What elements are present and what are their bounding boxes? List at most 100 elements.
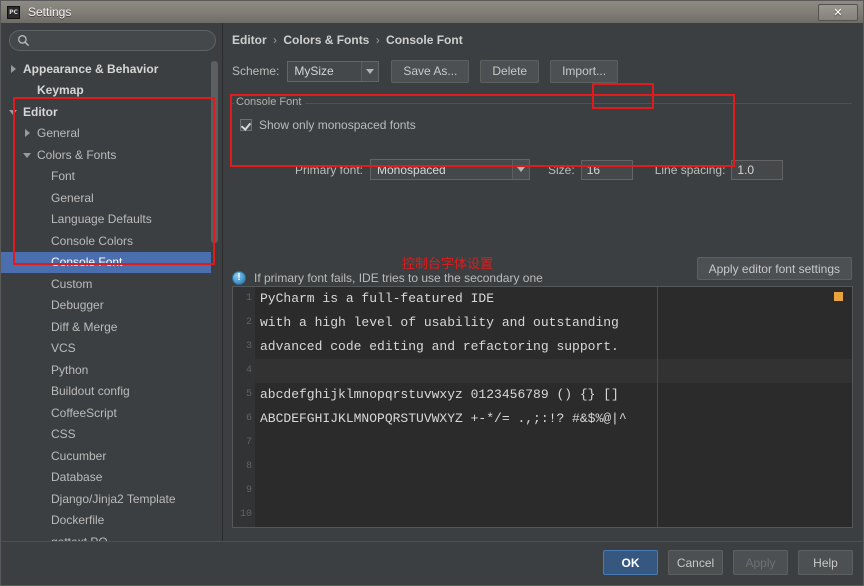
sidebar-item-diff-merge[interactable]: Diff & Merge — [1, 316, 215, 338]
sidebar-item-label: Appearance & Behavior — [23, 61, 159, 76]
group-title: Console Font — [234, 96, 306, 108]
pycharm-icon: PC — [7, 5, 20, 19]
sidebar-item-label: CSS — [51, 427, 76, 442]
line-number: 8 — [245, 461, 252, 472]
settings-sidebar: Appearance & Behavior Keymap Editor General… — [1, 23, 223, 541]
sidebar-item-cucumber[interactable]: Cucumber — [1, 445, 215, 467]
show-monospaced-checkbox[interactable] — [240, 119, 252, 131]
chevron-right-icon[interactable] — [21, 126, 35, 140]
line-number: 3 — [245, 341, 252, 352]
sidebar-item-label: Dockerfile — [51, 513, 105, 528]
settings-dialog: PC Settings ✕ Appearance & Behavior Keyma… — [0, 0, 864, 586]
sidebar-item-label: General — [51, 190, 94, 205]
line-number: 1 — [245, 293, 252, 304]
sidebar-item-custom[interactable]: Custom — [1, 273, 215, 295]
sidebar-item-keymap[interactable]: Keymap — [1, 80, 215, 102]
preview-code-line: advanced code editing and refactoring su… — [260, 339, 619, 354]
preview-line-number-gutter: 1 2 3 4 5 6 7 8 9 10 — [233, 287, 255, 527]
close-icon[interactable]: ✕ — [818, 3, 858, 21]
sidebar-item-general[interactable]: General — [1, 123, 215, 145]
sidebar-item-label: Font — [51, 169, 76, 184]
breadcrumb: Editor › Colors & Fonts › Console Font — [232, 33, 463, 47]
sidebar-item-vcs[interactable]: VCS — [1, 338, 215, 360]
sidebar-item-general[interactable]: General — [1, 187, 215, 209]
chevron-down-icon[interactable] — [512, 160, 530, 179]
sidebar-scrollbar-thumb[interactable] — [211, 61, 218, 243]
sidebar-item-label: Database — [51, 470, 103, 485]
sidebar-item-label: CoffeeScript — [51, 405, 117, 420]
sidebar-item-database[interactable]: Database — [1, 467, 215, 489]
breadcrumb-part-editor[interactable]: Editor — [232, 33, 267, 47]
sidebar-item-dockerfile[interactable]: Dockerfile — [1, 510, 215, 532]
scheme-dropdown[interactable]: MySize — [287, 60, 380, 82]
breadcrumb-part-console-font[interactable]: Console Font — [386, 33, 463, 47]
delete-button[interactable]: Delete — [480, 59, 540, 83]
apply-editor-font-settings-button[interactable]: Apply editor font settings — [696, 257, 852, 280]
sidebar-item-label: Keymap — [37, 83, 84, 98]
sidebar-item-label: Console Colors — [51, 233, 134, 248]
chevron-down-icon[interactable] — [7, 105, 21, 119]
sidebar-item-label: Console Font — [51, 255, 123, 270]
primary-font-info: ! If primary font fails, IDE tries to us… — [232, 271, 543, 285]
show-monospaced-checkbox-row[interactable]: Show only monospaced fonts — [240, 118, 416, 132]
sidebar-item-console-colors[interactable]: Console Colors — [1, 230, 215, 252]
sidebar-item-python[interactable]: Python — [1, 359, 215, 381]
scheme-toolbar: Scheme: MySize Save As... Delete Import.… — [232, 59, 619, 83]
settings-tree[interactable]: Appearance & Behavior Keymap Editor General… — [1, 58, 215, 541]
line-number: 5 — [245, 389, 252, 400]
primary-font-value: Monospaced — [377, 162, 446, 177]
console-font-group: Console Font Show only monospaced fonts … — [232, 96, 852, 266]
primary-font-dropdown[interactable]: Monospaced — [370, 159, 531, 180]
sidebar-item-language-defaults[interactable]: Language Defaults — [1, 209, 215, 231]
search-input[interactable] — [9, 30, 216, 51]
sidebar-item-coffeescript[interactable]: CoffeeScript — [1, 402, 215, 424]
line-number: 7 — [245, 437, 252, 448]
sidebar-item-appearance-behavior[interactable]: Appearance & Behavior — [1, 58, 215, 80]
sidebar-item-editor[interactable]: Editor — [1, 101, 215, 123]
chevron-down-icon[interactable] — [361, 61, 379, 81]
preview-code-line — [255, 359, 852, 383]
sidebar-item-gettext-po[interactable]: gettext PO — [1, 531, 215, 541]
sidebar-item-label: Python — [51, 362, 89, 377]
import-button[interactable]: Import... — [550, 59, 619, 83]
sidebar-item-debugger[interactable]: Debugger — [1, 295, 215, 317]
ok-button[interactable]: OK — [603, 550, 658, 575]
help-button[interactable]: Help — [798, 550, 853, 575]
breadcrumb-part-colors-fonts[interactable]: Colors & Fonts — [283, 33, 369, 47]
sidebar-item-font[interactable]: Font — [1, 166, 215, 188]
font-preview-area[interactable]: ⠿⠿⠿ 12345678910 PyCharm is a full-featur… — [232, 286, 853, 528]
settings-detail-panel: Editor › Colors & Fonts › Console Font S… — [224, 23, 863, 541]
scheme-label: Scheme: — [232, 64, 280, 78]
search-box[interactable] — [9, 30, 216, 51]
sidebar-item-console-font[interactable]: Console Font — [1, 251, 215, 273]
sidebar-item-buildout-config[interactable]: Buildout config — [1, 381, 215, 403]
line-spacing-input[interactable]: 1.0 — [731, 159, 784, 180]
line-number: 4 — [245, 365, 252, 376]
cancel-button[interactable]: Cancel — [668, 550, 723, 575]
save-as-button[interactable]: Save As... — [391, 59, 470, 83]
sidebar-item-label: VCS — [51, 341, 76, 356]
size-input[interactable]: 16 — [580, 159, 633, 180]
sidebar-item-label: Editor — [23, 104, 58, 119]
sidebar-item-django-jinja2-template[interactable]: Django/Jinja2 Template — [1, 488, 215, 510]
sidebar-item-css[interactable]: CSS — [1, 424, 215, 446]
sidebar-item-label: Diff & Merge — [51, 319, 118, 334]
line-number: 2 — [245, 317, 252, 328]
sidebar-item-colors-fonts[interactable]: Colors & Fonts — [1, 144, 215, 166]
chevron-down-icon[interactable] — [21, 148, 35, 162]
size-label: Size: — [548, 162, 575, 177]
scheme-selected-value: MySize — [294, 64, 334, 78]
line-number: 9 — [245, 485, 252, 496]
preview-code[interactable]: PyCharm is a full-featured IDE with a hig… — [255, 287, 852, 527]
chevron-right-icon[interactable] — [7, 62, 21, 76]
preview-code-line — [255, 503, 852, 527]
primary-font-info-text: If primary font fails, IDE tries to use … — [254, 271, 543, 285]
